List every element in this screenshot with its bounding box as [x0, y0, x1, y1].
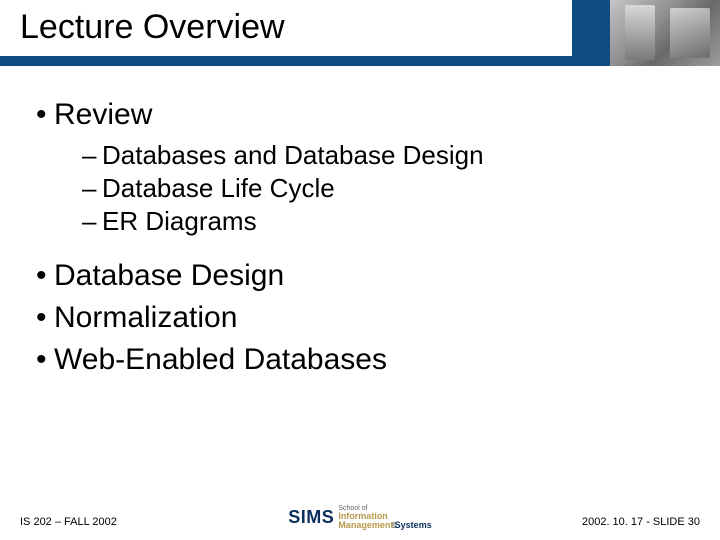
subbullet-er: –ER Diagrams	[82, 206, 684, 237]
spacer	[36, 239, 684, 253]
slide: Lecture Overview •Review –Databases and …	[0, 0, 720, 540]
dash-icon: –	[82, 140, 102, 171]
sims-logo-text: SIMS	[288, 507, 334, 528]
footer-right: 2002. 10. 17 - SLIDE 30	[582, 516, 700, 528]
bullet-web: •Web-Enabled Databases	[36, 343, 684, 377]
dash-icon: –	[82, 173, 102, 204]
bullet-dot-icon: •	[36, 98, 54, 132]
bullet-text: Web-Enabled Databases	[54, 343, 387, 376]
bullet-dot-icon: •	[36, 301, 54, 335]
bullet-dbdesign: •Database Design	[36, 259, 684, 293]
bullet-text: Normalization	[54, 301, 237, 334]
slide-title: Lecture Overview	[20, 8, 285, 47]
sims-tagline: School of Information Management&Systems	[338, 505, 431, 530]
sims-mgmt: Management	[338, 520, 393, 530]
sims-sys: Systems	[395, 520, 432, 530]
bullet-text: Database Design	[54, 259, 284, 292]
dash-icon: –	[82, 206, 102, 237]
subbullet-text: Databases and Database Design	[102, 140, 484, 170]
bullet-text: Review	[54, 98, 152, 131]
footer-logo: SIMS School of Information Management&Sy…	[288, 505, 431, 530]
bullet-normalization: •Normalization	[36, 301, 684, 335]
subbullet-text: Database Life Cycle	[102, 173, 335, 203]
footer: IS 202 – FALL 2002 SIMS School of Inform…	[20, 504, 700, 528]
subbullet-lifecycle: –Database Life Cycle	[82, 173, 684, 204]
bullet-dot-icon: •	[36, 259, 54, 293]
corner-photo	[610, 0, 720, 66]
slide-body: •Review –Databases and Database Design –…	[36, 92, 684, 385]
bullet-dot-icon: •	[36, 343, 54, 377]
bullet-review: •Review	[36, 98, 684, 132]
subbullet-text: ER Diagrams	[102, 206, 257, 236]
subbullet-databases: –Databases and Database Design	[82, 140, 684, 171]
footer-left: IS 202 – FALL 2002	[20, 516, 117, 528]
